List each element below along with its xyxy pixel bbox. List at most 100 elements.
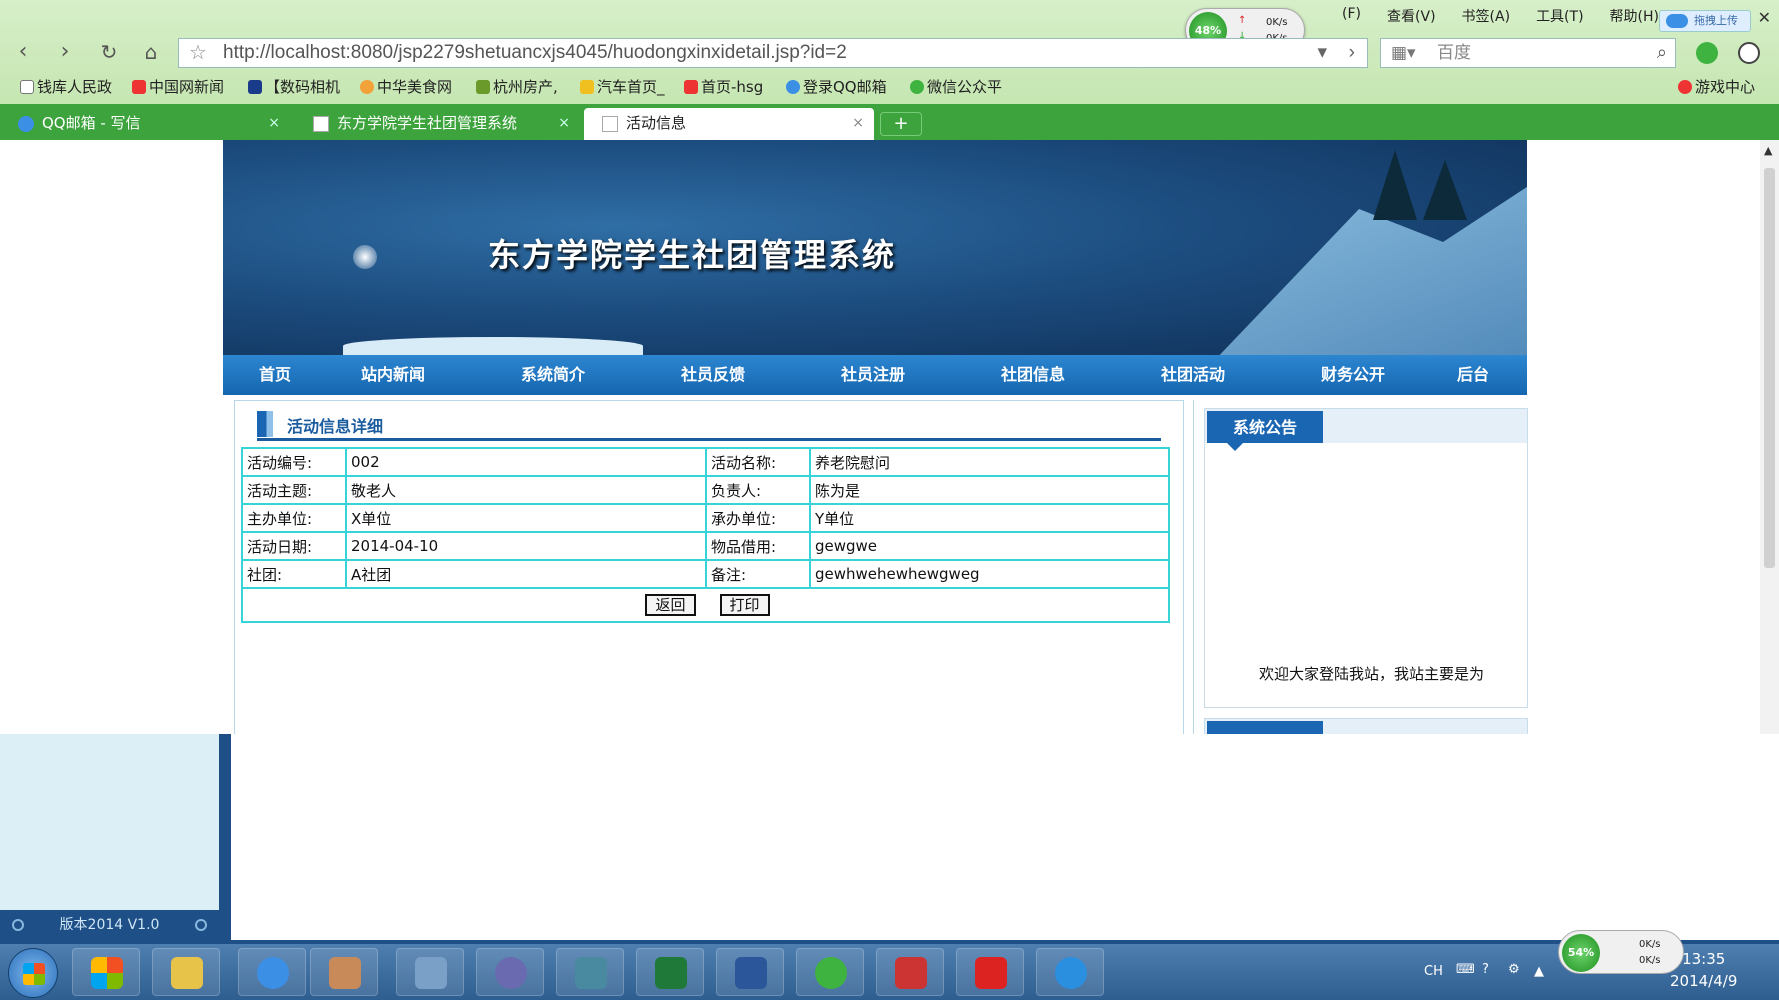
game-icon xyxy=(895,957,927,989)
search-icon[interactable]: ⌕ xyxy=(1657,39,1667,67)
browser-chrome: (F) 查看(V) 书签(A) 工具(T) 帮助(H) 48% ↑ ↓ 0K/s… xyxy=(0,0,1779,140)
start-button[interactable] xyxy=(8,948,58,998)
bookmark-item[interactable]: 微信公众平 xyxy=(910,76,1002,97)
tab-qqmail[interactable]: QQ邮箱 - 写信 × xyxy=(0,108,290,140)
drag-upload-label: 拖拽上传 xyxy=(1694,14,1738,27)
circle-icon xyxy=(12,919,24,931)
menu-bookmarks[interactable]: 书签(A) xyxy=(1462,6,1511,28)
scroll-up-icon[interactable]: ▲ xyxy=(1764,144,1772,157)
bookmark-item[interactable]: 登录QQ邮箱 xyxy=(786,76,887,97)
vertical-scrollbar[interactable]: ▲ xyxy=(1760,140,1779,734)
activity-detail-table: 活动编号: 002 活动名称: 养老院慰问 活动主题: 敬老人 负责人: 陈为是 主办单位: X单… xyxy=(241,447,1170,623)
home-icon[interactable]: ⌂ xyxy=(138,40,164,66)
forward-arrow-icon[interactable]: › xyxy=(52,40,78,66)
site-banner: 东方学院学生社团管理系统 xyxy=(223,140,1527,355)
nav-register[interactable]: 社员注册 xyxy=(841,355,905,395)
scrollbar-thumb[interactable] xyxy=(1764,168,1775,568)
bookmark-item[interactable]: 中华美食网 xyxy=(360,76,452,97)
cloud-icon xyxy=(1666,14,1688,28)
bookmark-item[interactable]: 首页-hsg xyxy=(684,76,763,97)
main-navigation: 首页 站内新闻 系统简介 社员反馈 社员注册 社团信息 社团活动 财务公开 后台 xyxy=(223,355,1527,395)
database-icon xyxy=(575,957,607,989)
nav-finance[interactable]: 财务公开 xyxy=(1321,355,1385,395)
nav-home[interactable]: 首页 xyxy=(259,355,291,395)
taskbar-users[interactable] xyxy=(310,948,378,996)
tab-club-system[interactable]: 东方学院学生社团管理系统 × xyxy=(295,108,580,140)
close-icon[interactable]: ✕ xyxy=(1758,8,1771,27)
network-speed-widget[interactable]: 54% 0K/s 0K/s xyxy=(1558,930,1684,974)
print-button[interactable]: 打印 xyxy=(719,594,770,616)
settings-icon[interactable]: ⚙ xyxy=(1508,962,1520,977)
field-label: 活动名称: xyxy=(705,447,811,477)
camera-icon xyxy=(248,80,262,94)
back-button[interactable]: 返回 xyxy=(645,594,696,616)
keyboard-icon[interactable]: ⌨ xyxy=(1456,962,1475,977)
taskbar-app[interactable] xyxy=(72,948,140,996)
system-clock[interactable]: 13:35 2014/4/9 xyxy=(1670,948,1737,992)
taskbar-game[interactable] xyxy=(876,948,944,996)
version-bar: 版本2014 V1.0 xyxy=(0,910,219,940)
close-icon[interactable]: × xyxy=(852,108,864,138)
star-glow xyxy=(353,245,377,269)
taskbar-app-red[interactable] xyxy=(956,948,1024,996)
menu-tools[interactable]: 工具(T) xyxy=(1536,6,1583,28)
taskbar-browser[interactable] xyxy=(238,948,306,996)
nav-club-info[interactable]: 社团信息 xyxy=(1001,355,1065,395)
dropdown-arrow-icon[interactable]: ▾ xyxy=(1317,39,1327,67)
taskbar-baidu-music[interactable] xyxy=(1036,948,1104,996)
field-label: 活动主题: xyxy=(241,475,347,505)
drag-upload-button[interactable]: 拖拽上传 xyxy=(1659,10,1751,32)
field-value: 敬老人 xyxy=(345,475,707,505)
bookmark-item[interactable]: 中国网新闻 xyxy=(132,76,224,97)
bookmark-item[interactable]: 【数码相机 xyxy=(248,76,340,97)
tools-icon xyxy=(415,957,447,989)
menu-file[interactable]: (F) xyxy=(1342,6,1361,28)
menu-help[interactable]: 帮助(H) xyxy=(1610,6,1659,28)
taskbar-database[interactable] xyxy=(556,948,624,996)
bookmark-item[interactable]: 杭州房产, xyxy=(476,76,558,97)
taskbar-music[interactable] xyxy=(796,948,864,996)
nav-feedback[interactable]: 社员反馈 xyxy=(681,355,745,395)
new-tab-button[interactable]: + xyxy=(880,112,922,136)
bookmark-item[interactable]: 钱库人民政 xyxy=(20,76,112,97)
taskbar-eclipse[interactable] xyxy=(476,948,544,996)
close-icon[interactable]: × xyxy=(268,108,280,138)
close-icon[interactable]: × xyxy=(558,108,570,138)
mail-icon xyxy=(786,80,800,94)
taskbar-tools[interactable] xyxy=(396,948,464,996)
taskbar-explorer[interactable] xyxy=(152,948,220,996)
home-page-icon xyxy=(684,80,698,94)
chat-icon[interactable] xyxy=(1696,42,1718,64)
search-placeholder: 百度 xyxy=(1437,43,1471,63)
language-indicator[interactable]: CH xyxy=(1424,964,1443,979)
tab-activity-info[interactable]: 活动信息 × xyxy=(584,108,874,140)
page-icon xyxy=(313,116,329,132)
back-arrow-icon[interactable]: ‹ xyxy=(10,40,36,66)
address-bar[interactable]: ☆ http://localhost:8080/jsp2279shetuancx… xyxy=(178,38,1368,68)
table-row: 主办单位: X单位 承办单位: Y单位 xyxy=(241,503,1170,533)
add-icon[interactable] xyxy=(1738,42,1760,64)
nav-club-activities[interactable]: 社团活动 xyxy=(1161,355,1225,395)
help-icon[interactable]: ? xyxy=(1482,962,1489,977)
nav-news[interactable]: 站内新闻 xyxy=(361,355,425,395)
nav-about[interactable]: 系统简介 xyxy=(521,355,585,395)
go-arrow-icon[interactable]: › xyxy=(1349,39,1355,67)
game-center-link[interactable]: 游戏中心 xyxy=(1678,76,1755,97)
bookmark-star-icon[interactable]: ☆ xyxy=(189,39,207,67)
section-bar-icon xyxy=(257,411,273,437)
announcement-title: 系统公告 xyxy=(1207,411,1323,451)
nav-admin[interactable]: 后台 xyxy=(1457,355,1489,395)
site-container: 东方学院学生社团管理系统 首页 站内新闻 系统简介 社员反馈 社员注册 社团信息… xyxy=(223,140,1528,734)
taskbar-word[interactable] xyxy=(716,948,784,996)
second-panel-tab xyxy=(1207,721,1323,734)
show-hidden-icon[interactable]: ▲ xyxy=(1534,964,1544,979)
menu-view[interactable]: 查看(V) xyxy=(1387,6,1436,28)
site-title: 东方学院学生社团管理系统 xyxy=(488,236,897,274)
taskbar-excel[interactable] xyxy=(636,948,704,996)
bookmark-item[interactable]: 汽车首页_ xyxy=(580,76,665,97)
search-engine-icon[interactable]: ▦▾ xyxy=(1391,39,1416,67)
reload-icon[interactable]: ↻ xyxy=(96,40,122,66)
field-value: X单位 xyxy=(345,503,707,533)
table-row: 活动日期: 2014-04-10 物品借用: gewgwe xyxy=(241,531,1170,561)
search-box[interactable]: ▦▾ 百度 ⌕ xyxy=(1380,38,1676,68)
